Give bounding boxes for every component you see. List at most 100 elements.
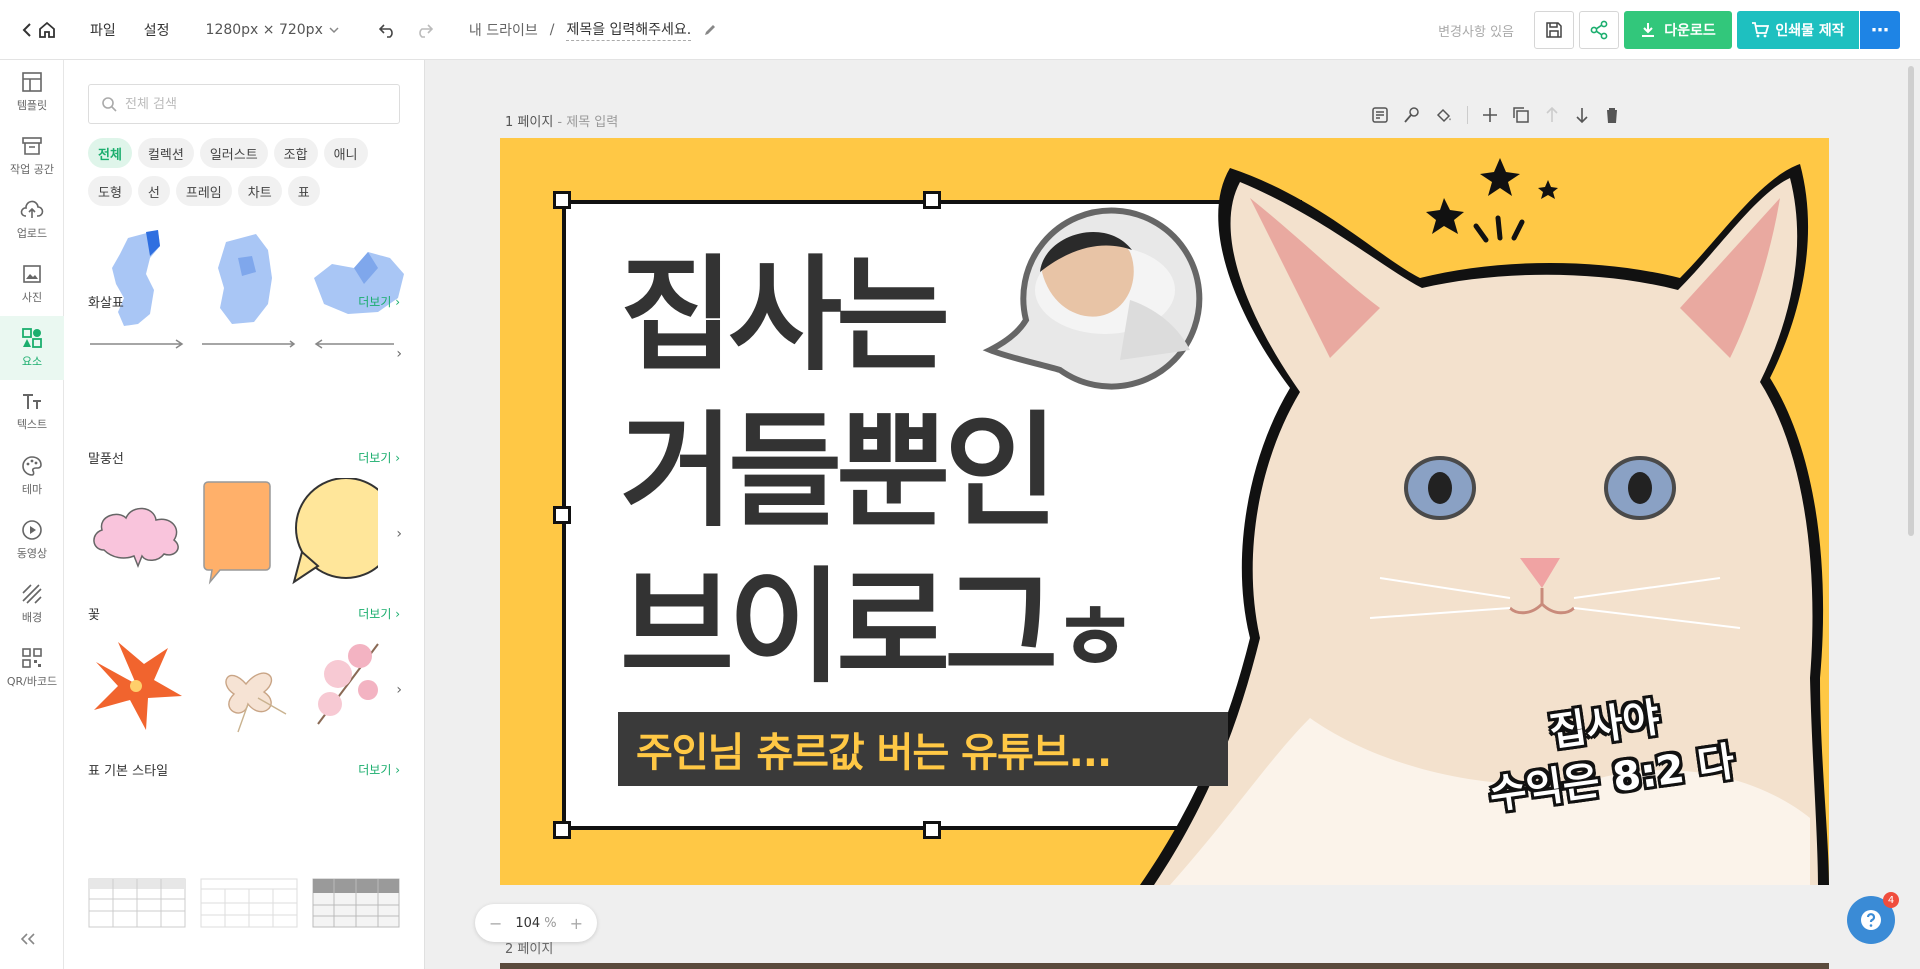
save-button[interactable] — [1534, 11, 1574, 49]
design-page-1[interactable]: 집사는 거들뿐인 브이로그ㅎ 주인님 츄르값 버는 유튜브... 집사야 수익은… — [500, 138, 1829, 885]
delete-page-icon[interactable] — [1604, 106, 1620, 124]
red-flower-element[interactable] — [88, 634, 184, 734]
history-controls — [378, 22, 433, 38]
cherry-blossom-element[interactable] — [308, 634, 390, 734]
help-notification-badge: 4 — [1883, 892, 1899, 908]
chevron-down-icon — [329, 26, 339, 33]
chip-shape[interactable]: 도형 — [88, 176, 132, 206]
scroll-flowers-next[interactable]: › — [396, 682, 402, 698]
elements-panel: 전체 컬렉션 일러스트 조합 애니 도형 선 프레임 차트 표 화살표 더보기 … — [64, 60, 425, 969]
table-style-2[interactable] — [200, 878, 298, 928]
canvas-size-select[interactable]: 1280px × 720px — [206, 22, 339, 38]
region-map[interactable] — [308, 228, 404, 332]
rail-upload[interactable]: 업로드 — [0, 188, 64, 252]
magic-brush-icon[interactable] — [1403, 106, 1421, 124]
menu-settings[interactable]: 설정 — [144, 20, 170, 40]
chip-animation[interactable]: 애니 — [323, 138, 368, 168]
menu-file[interactable]: 파일 — [90, 20, 116, 40]
chip-line[interactable]: 선 — [137, 176, 170, 206]
rail-background[interactable]: 배경 — [0, 572, 64, 636]
redo-icon[interactable] — [415, 22, 433, 38]
background-icon — [22, 584, 42, 604]
arrow-right-element-2[interactable] — [200, 338, 298, 350]
line-flower-element[interactable] — [198, 634, 294, 734]
headline-text[interactable]: 집사는 거들뿐인 브이로그ㅎ — [620, 238, 1137, 717]
resize-handle-bottom-left[interactable] — [553, 821, 571, 839]
rail-theme-label: 테마 — [21, 483, 43, 496]
table-style-1[interactable] — [88, 878, 186, 928]
table-style-3[interactable] — [312, 878, 400, 928]
chip-table[interactable]: 표 — [287, 176, 320, 206]
scroll-bubbles-next[interactable]: › — [396, 526, 402, 542]
template-icon — [22, 72, 42, 92]
add-page-icon[interactable] — [1482, 107, 1498, 123]
rail-video-label: 동영상 — [16, 547, 48, 560]
share-button[interactable] — [1579, 11, 1619, 49]
design-page-2[interactable] — [500, 963, 1829, 969]
chip-illustration[interactable]: 일러스트 — [199, 138, 268, 168]
pencil-icon[interactable] — [703, 23, 717, 37]
section-flowers-more[interactable]: 더보기 › — [358, 605, 400, 622]
move-down-icon[interactable] — [1574, 106, 1590, 124]
breadcrumb-my-drive[interactable]: 내 드라이브 — [469, 20, 538, 40]
bubble-elements-row — [88, 478, 408, 586]
document-title[interactable]: 제목을 입력해주세요. — [566, 19, 692, 41]
canvas-scrollbar[interactable] — [1908, 66, 1914, 536]
resize-handle-top-left[interactable] — [553, 191, 571, 209]
section-bubbles-more[interactable]: 더보기 › — [358, 449, 400, 466]
rail-template[interactable]: 템플릿 — [0, 60, 64, 124]
rail-text[interactable]: 텍스트 — [0, 380, 64, 444]
move-up-icon[interactable] — [1544, 106, 1560, 124]
chip-collection[interactable]: 컬렉션 — [137, 138, 194, 168]
upload-icon — [20, 200, 44, 218]
zoom-in-button[interactable]: + — [570, 914, 583, 933]
section-arrows-more[interactable]: 더보기 › — [358, 293, 400, 310]
duplicate-page-icon[interactable] — [1512, 106, 1530, 124]
search-input[interactable] — [125, 96, 375, 112]
download-button[interactable]: 다운로드 — [1624, 11, 1732, 49]
map-elements-row — [88, 228, 408, 332]
korea-peninsula-map[interactable] — [88, 228, 184, 332]
subtitle-bar[interactable]: 주인님 츄르값 버는 유튜브... — [618, 712, 1228, 786]
headline-line-1: 집사는 — [620, 244, 950, 388]
resize-handle-bottom-middle[interactable] — [923, 821, 941, 839]
workspace-icon — [22, 137, 42, 155]
rail-qr[interactable]: QR/바코드 — [0, 636, 64, 700]
cloud-bubble-element[interactable] — [88, 492, 186, 572]
round-bubble-element[interactable] — [288, 478, 378, 586]
page-notes-icon[interactable] — [1371, 106, 1389, 124]
scroll-arrows-next[interactable]: › — [396, 346, 402, 362]
section-arrows-header: 화살표 더보기 › — [88, 292, 400, 311]
rail-video[interactable]: 동영상 — [0, 508, 64, 572]
undo-icon[interactable] — [378, 22, 397, 38]
collapse-panel-button[interactable] — [20, 930, 36, 951]
rect-bubble-element[interactable] — [200, 478, 274, 586]
home-button[interactable] — [22, 21, 56, 39]
zoom-out-button[interactable]: − — [489, 914, 502, 933]
section-table-more[interactable]: 더보기 › — [358, 761, 400, 778]
page-1-label[interactable]: 1 페이지 - 제목 입력 — [505, 111, 618, 130]
rail-theme[interactable]: 테마 — [0, 444, 64, 508]
qr-icon — [22, 648, 42, 668]
section-table-header: 표 기본 스타일 더보기 › — [88, 760, 400, 779]
chip-combination[interactable]: 조합 — [273, 138, 318, 168]
resize-handle-middle-left[interactable] — [553, 506, 571, 524]
chip-frame[interactable]: 프레임 — [175, 176, 232, 206]
resize-handle-top-middle[interactable] — [923, 191, 941, 209]
rail-workspace[interactable]: 작업 공간 — [0, 124, 64, 188]
arrow-right-element[interactable] — [88, 338, 186, 350]
section-table-more-label: 더보기 — [358, 763, 392, 777]
zoom-level[interactable]: 104 % — [515, 916, 556, 931]
print-order-button[interactable]: 인쇄물 제작 — [1737, 11, 1859, 49]
rail-elements[interactable]: 요소 — [0, 316, 64, 380]
arrow-left-element[interactable] — [312, 338, 394, 350]
rail-photo[interactable]: 사진 — [0, 252, 64, 316]
category-chips: 전체 컬렉션 일러스트 조합 애니 도형 선 프레임 차트 표 — [88, 138, 408, 206]
print-order-label: 인쇄물 제작 — [1775, 23, 1845, 39]
rail-qr-label: QR/바코드 — [6, 675, 58, 688]
fill-color-icon[interactable] — [1435, 106, 1453, 124]
more-options-button[interactable]: ⋯ — [1860, 11, 1900, 49]
south-korea-map[interactable] — [198, 228, 294, 332]
chip-chart[interactable]: 차트 — [237, 176, 282, 206]
chip-all[interactable]: 전체 — [88, 138, 132, 168]
